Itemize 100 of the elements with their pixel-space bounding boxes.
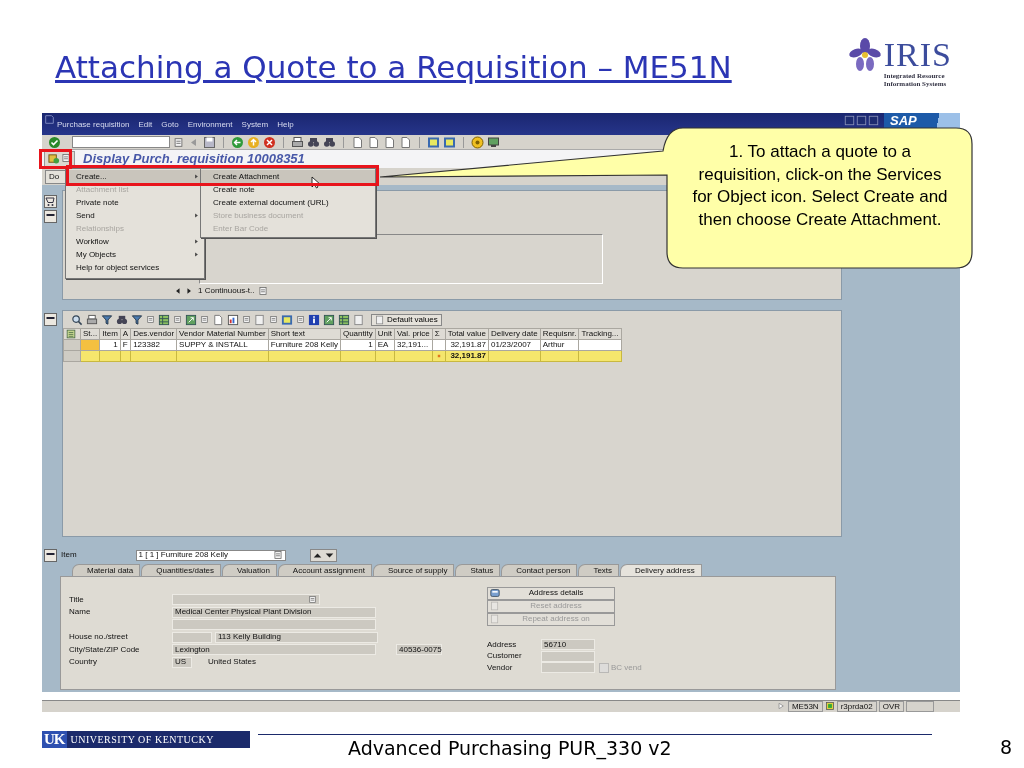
text-field[interactable]: US xyxy=(172,656,192,668)
menu-item[interactable]: Help xyxy=(272,119,298,135)
filter-icon[interactable] xyxy=(131,313,143,326)
window-button-icon[interactable] xyxy=(868,115,879,126)
cancel-icon[interactable] xyxy=(263,135,276,149)
check-icon[interactable] xyxy=(48,135,61,149)
column-header[interactable]: Delivery date xyxy=(488,328,541,340)
input-field[interactable] xyxy=(541,650,595,662)
item-selector[interactable]: 1 [ 1 ] Furniture 208 Kelly xyxy=(135,549,286,561)
menu-item[interactable]: Send xyxy=(66,209,204,222)
window-button-icon[interactable] xyxy=(856,115,867,126)
input-field[interactable] xyxy=(172,631,212,643)
chart-icon[interactable] xyxy=(227,313,239,326)
input-mode: OVR xyxy=(878,701,904,712)
print-icon[interactable] xyxy=(291,135,304,149)
input-field[interactable] xyxy=(172,619,376,631)
text-field[interactable]: Lexington xyxy=(172,644,376,656)
column-header[interactable]: Vendor Material Number xyxy=(176,328,269,340)
cart-icon[interactable] xyxy=(44,194,57,208)
filter-icon[interactable] xyxy=(101,313,113,326)
menu-item[interactable]: Create Attachment xyxy=(201,170,375,183)
dropdown-icon[interactable] xyxy=(269,315,278,325)
dropdown-icon[interactable] xyxy=(242,315,251,325)
page-icon[interactable] xyxy=(351,135,364,149)
export-icon[interactable] xyxy=(323,313,335,326)
tab[interactable]: Texts xyxy=(578,563,620,576)
layout-icon[interactable] xyxy=(281,313,293,326)
dropdown-icon[interactable] xyxy=(200,315,209,325)
layout-icon[interactable] xyxy=(443,135,456,149)
command-field[interactable] xyxy=(72,136,170,149)
column-header[interactable]: Requisnr. xyxy=(540,328,579,340)
menu-item[interactable]: Workflow xyxy=(66,235,204,248)
navigation-buttons[interactable] xyxy=(309,548,337,562)
export-icon[interactable] xyxy=(185,313,197,326)
menu-item[interactable]: Help for object services xyxy=(66,261,204,274)
toggle-icon[interactable] xyxy=(44,209,57,223)
column-header[interactable]: Des.vendor xyxy=(130,328,177,340)
menu-item[interactable]: Private note xyxy=(66,196,204,209)
select-all-icon[interactable] xyxy=(66,328,76,339)
column-header[interactable]: Tracking... xyxy=(578,328,621,340)
column-header[interactable]: Unit xyxy=(375,328,395,340)
page-icon[interactable] xyxy=(212,313,224,326)
text-field[interactable]: 56710 xyxy=(541,639,595,651)
tab[interactable]: Contact person xyxy=(501,563,578,576)
save-icon[interactable] xyxy=(203,135,216,149)
column-header[interactable]: Val. price xyxy=(394,328,433,340)
column-header[interactable]: Quantity xyxy=(340,328,376,340)
dropdown-icon[interactable] xyxy=(173,315,182,325)
tab[interactable]: Material data xyxy=(72,563,141,576)
toggle-icon[interactable] xyxy=(44,312,57,326)
text-field[interactable]: 113 Kelly Building xyxy=(215,631,378,643)
dropdown-icon[interactable] xyxy=(258,285,269,296)
back-icon[interactable] xyxy=(231,135,244,149)
dropdown-icon[interactable] xyxy=(146,315,155,325)
document-icon[interactable] xyxy=(353,313,365,326)
column-header[interactable]: Total value xyxy=(445,328,489,340)
flower-icon xyxy=(847,38,882,74)
menu-item[interactable]: Goto xyxy=(156,119,183,135)
tab[interactable]: Account assignment xyxy=(277,563,372,576)
document-icon[interactable] xyxy=(254,313,266,326)
dropdown-icon[interactable] xyxy=(173,136,184,148)
tab[interactable]: Valuation xyxy=(222,563,277,576)
page-icon[interactable] xyxy=(399,135,412,149)
column-header[interactable]: Σ xyxy=(432,328,446,340)
field-label: Name xyxy=(69,607,92,618)
print-icon[interactable] xyxy=(86,313,98,326)
magnifier-icon[interactable] xyxy=(71,313,83,326)
window-menu-icon[interactable] xyxy=(44,114,55,125)
sum-icon[interactable] xyxy=(338,313,350,326)
window-button-icon[interactable] xyxy=(844,115,855,126)
page-icon[interactable] xyxy=(383,135,396,149)
menu-item[interactable]: Edit xyxy=(133,119,157,135)
sum-icon[interactable] xyxy=(158,313,170,326)
binoculars-icon[interactable] xyxy=(323,135,336,149)
menu-item[interactable]: Environment xyxy=(182,119,237,135)
tab[interactable]: Delivery address xyxy=(620,563,702,576)
info-icon[interactable] xyxy=(308,313,320,326)
input-field[interactable] xyxy=(541,662,595,674)
help-icon[interactable] xyxy=(471,135,484,149)
menu-item[interactable]: System xyxy=(236,119,273,135)
dropdown-icon[interactable] xyxy=(296,315,305,325)
menu-item[interactable]: Purchase requisition xyxy=(52,119,134,135)
column-header[interactable]: Short text xyxy=(268,328,341,340)
column-header[interactable]: St... xyxy=(80,328,100,340)
menu-item[interactable]: My Objects xyxy=(66,248,204,261)
text-field[interactable]: Medical Center Physical Plant Division xyxy=(172,606,376,618)
tab[interactable]: Status xyxy=(455,563,501,576)
column-header[interactable]: A xyxy=(120,328,131,340)
layout-icon[interactable] xyxy=(427,135,440,149)
tab[interactable]: Source of supply xyxy=(372,563,455,576)
column-header[interactable]: Item xyxy=(99,328,121,340)
tab[interactable]: Quantities/dates xyxy=(141,563,222,576)
text-field[interactable]: 40536-0075 xyxy=(396,644,442,656)
text-selector[interactable]: 1 Continuous-t.. xyxy=(198,285,255,296)
address-button[interactable]: Address details xyxy=(487,586,615,600)
toggle-icon[interactable] xyxy=(44,548,57,562)
binoculars-icon[interactable] xyxy=(116,313,128,326)
default-values-button[interactable]: Default values xyxy=(371,313,442,326)
binoculars-icon[interactable] xyxy=(307,135,320,149)
monitor-icon[interactable] xyxy=(487,135,500,149)
